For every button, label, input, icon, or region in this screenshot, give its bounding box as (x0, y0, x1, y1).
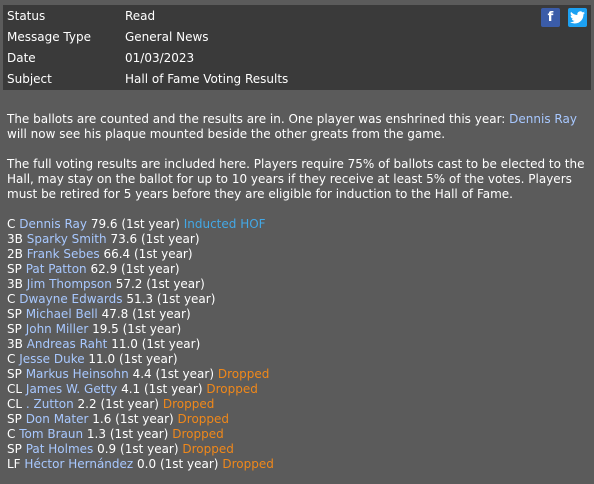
list-item: C Dwayne Edwards 51.3 (1st year) (7, 292, 587, 307)
player-link[interactable]: Andreas Raht (27, 337, 108, 351)
player-link[interactable]: John Miller (26, 322, 89, 336)
intro-text: The ballots are counted and the results … (7, 112, 510, 126)
position: 3B (7, 337, 23, 351)
player-link[interactable]: Markus Heinsohn (26, 367, 129, 381)
status-value: Read (125, 9, 156, 23)
header-row-subject: Subject Hall of Fame Voting Results (3, 68, 591, 89)
position: C (7, 352, 16, 366)
status-badge: Dropped (206, 382, 258, 396)
player-link[interactable]: Dwayne Edwards (19, 292, 122, 306)
player-link-dennis-ray[interactable]: Dennis Ray (509, 112, 577, 126)
header-row-date: Date 01/03/2023 (3, 47, 591, 68)
list-item: SP Pat Patton 62.9 (1st year) (7, 262, 587, 277)
list-item: 3B Sparky Smith 73.6 (1st year) (7, 232, 587, 247)
vote-stat: 0.9 (1st year) (97, 442, 179, 456)
vote-stat: 4.1 (1st year) (121, 382, 203, 396)
player-link[interactable]: Sparky Smith (27, 232, 107, 246)
list-item: 3B Andreas Raht 11.0 (1st year) (7, 337, 587, 352)
vote-stat: 66.4 (1st year) (103, 247, 193, 261)
player-link[interactable]: Pat Holmes (26, 442, 94, 456)
intro-paragraph: The ballots are counted and the results … (7, 112, 587, 142)
player-link[interactable]: Jim Thompson (27, 277, 112, 291)
player-link[interactable]: Dennis Ray (19, 217, 87, 231)
player-link[interactable]: Tom Braun (19, 427, 83, 441)
vote-stat: 0.0 (1st year) (137, 457, 219, 471)
status-badge: Inducted HOF (183, 217, 266, 231)
list-item: SP Pat Holmes 0.9 (1st year) Dropped (7, 442, 587, 457)
vote-stat: 1.6 (1st year) (92, 412, 174, 426)
list-item: SP Markus Heinsohn 4.4 (1st year) Droppe… (7, 367, 587, 382)
vote-stat: 47.8 (1st year) (101, 307, 191, 321)
player-link[interactable]: Jesse Duke (19, 352, 84, 366)
position: SP (7, 322, 22, 336)
voting-results-list: C Dennis Ray 79.6 (1st year) Inducted HO… (7, 217, 587, 472)
status-badge: Dropped (177, 412, 230, 426)
status-badge: Dropped (172, 427, 224, 441)
date-label: Date (7, 51, 36, 65)
position: 3B (7, 277, 23, 291)
message-type-label: Message Type (7, 30, 91, 44)
position: 3B (7, 232, 23, 246)
status-badge: Dropped (162, 397, 215, 411)
vote-stat: 73.6 (1st year) (110, 232, 200, 246)
date-value: 01/03/2023 (125, 51, 195, 65)
vote-stat: 11.0 (1st year) (111, 337, 201, 351)
list-item: C Jesse Duke 11.0 (1st year) (7, 352, 587, 367)
rules-paragraph: The full voting results are included her… (7, 157, 585, 201)
player-link[interactable]: Don Mater (26, 412, 89, 426)
list-item: LF Héctor Hernández 0.0 (1st year) Dropp… (7, 457, 587, 472)
vote-stat: 62.9 (1st year) (90, 262, 180, 276)
vote-stat: 19.5 (1st year) (92, 322, 182, 336)
intro-text-end: will now see his plaque mounted beside t… (7, 127, 446, 141)
vote-stat: 57.2 (1st year) (115, 277, 205, 291)
vote-stat: 1.3 (1st year) (86, 427, 169, 441)
status-badge: Dropped (222, 457, 274, 471)
list-item: C Tom Braun 1.3 (1st year) Dropped (7, 427, 587, 442)
message-body: The ballots are counted and the results … (7, 112, 587, 472)
header-row-message-type: Message Type General News (3, 26, 591, 47)
player-link[interactable]: . Zutton (26, 397, 74, 411)
list-item: C Dennis Ray 79.6 (1st year) Inducted HO… (7, 217, 587, 232)
vote-stat: 2.2 (1st year) (77, 397, 159, 411)
message-type-value: General News (125, 30, 209, 44)
list-item: SP Don Mater 1.6 (1st year) Dropped (7, 412, 587, 427)
list-item: CL James W. Getty 4.1 (1st year) Dropped (7, 382, 587, 397)
position: SP (7, 412, 22, 426)
position: SP (7, 367, 22, 381)
vote-stat: 11.0 (1st year) (88, 352, 178, 366)
position: C (7, 292, 16, 306)
position: SP (7, 307, 22, 321)
message-header: Status Read Message Type General News Da… (3, 5, 591, 90)
player-link[interactable]: Pat Patton (26, 262, 87, 276)
vote-stat: 79.6 (1st year) (90, 217, 180, 231)
list-item: SP John Miller 19.5 (1st year) (7, 322, 587, 337)
player-link[interactable]: Frank Sebes (27, 247, 100, 261)
vote-stat: 51.3 (1st year) (126, 292, 216, 306)
position: 2B (7, 247, 23, 261)
position: CL (7, 382, 23, 396)
position: SP (7, 262, 22, 276)
position: C (7, 427, 16, 441)
facebook-share-icon[interactable]: f (541, 8, 560, 27)
list-item: 3B Jim Thompson 57.2 (1st year) (7, 277, 587, 292)
vote-stat: 4.4 (1st year) (132, 367, 215, 381)
position: LF (7, 457, 21, 471)
position: C (7, 217, 16, 231)
twitter-share-icon[interactable] (568, 8, 587, 27)
subject-label: Subject (7, 72, 52, 86)
position: CL (7, 397, 23, 411)
subject-value: Hall of Fame Voting Results (125, 72, 289, 86)
list-item: 2B Frank Sebes 66.4 (1st year) (7, 247, 587, 262)
status-label: Status (7, 9, 46, 23)
status-badge: Dropped (182, 442, 234, 456)
position: SP (7, 442, 22, 456)
list-item: SP Michael Bell 47.8 (1st year) (7, 307, 587, 322)
player-link[interactable]: Michael Bell (26, 307, 98, 321)
status-badge: Dropped (217, 367, 270, 381)
player-link[interactable]: Héctor Hernández (24, 457, 133, 471)
list-item: CL . Zutton 2.2 (1st year) Dropped (7, 397, 587, 412)
twitter-bird-icon (570, 11, 585, 24)
header-row-status: Status Read (3, 5, 591, 26)
player-link[interactable]: James W. Getty (26, 382, 117, 396)
